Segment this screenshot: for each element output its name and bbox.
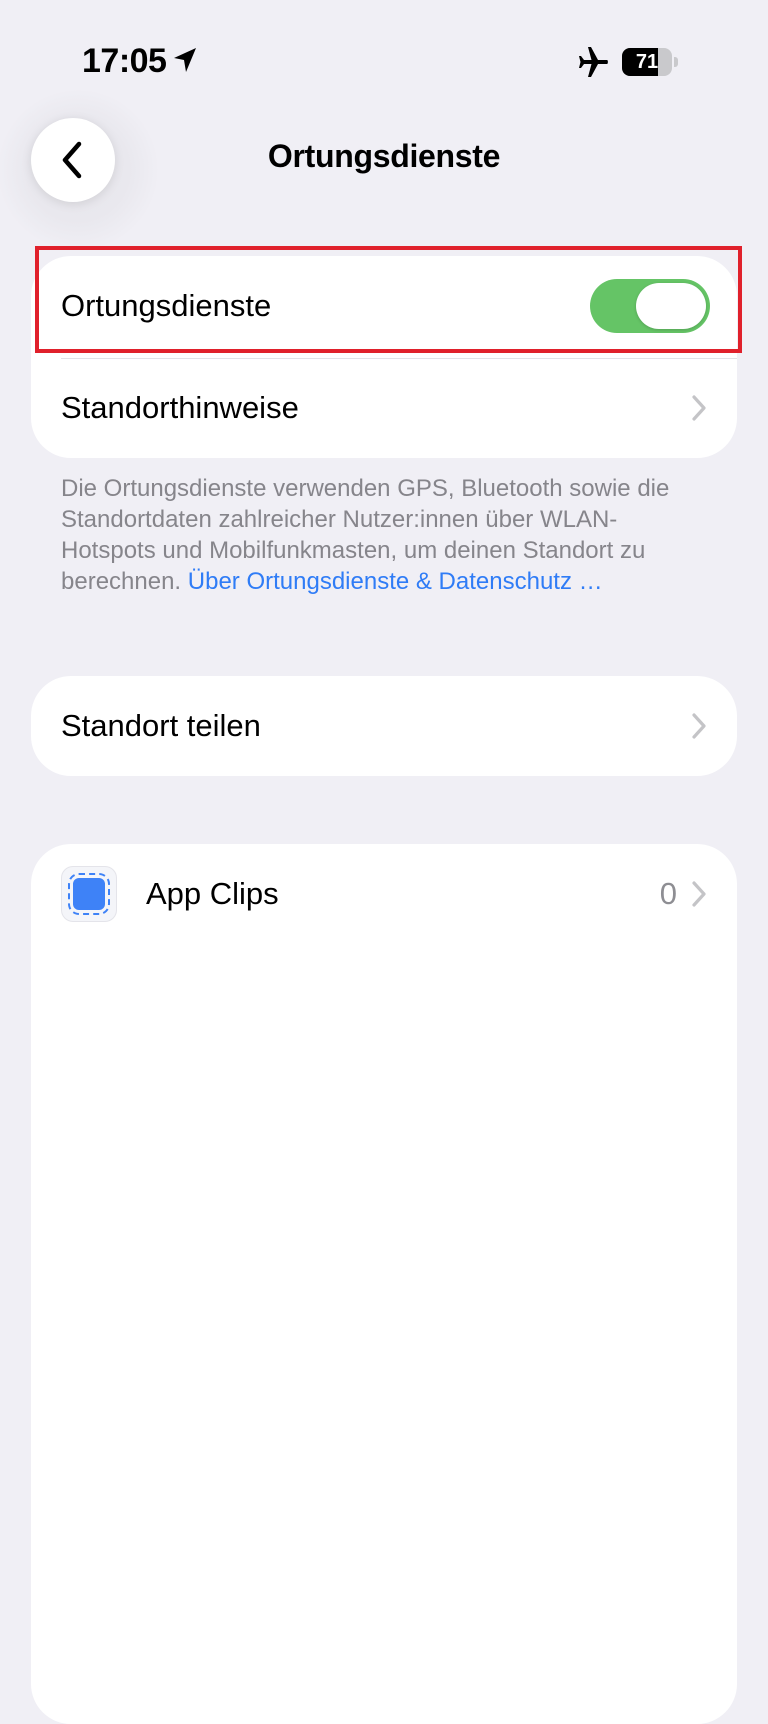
battery-percentage: 71	[635, 51, 659, 73]
app-clips-row[interactable]: App Clips 0	[31, 844, 737, 944]
location-footnote: Die Ortungsdienste verwenden GPS, Blueto…	[61, 473, 711, 597]
toggle-knob	[636, 283, 706, 329]
airplane-icon	[579, 47, 608, 77]
share-location-label: Standort teilen	[61, 708, 261, 743]
status-time: 17:05	[82, 42, 167, 80]
chevron-right-icon	[692, 713, 706, 739]
app-clip-icon-inner	[68, 873, 110, 915]
apps-card: App Clips 0	[31, 844, 737, 1724]
share-location-row[interactable]: Standort teilen	[31, 676, 737, 776]
location-services-toggle[interactable]	[590, 279, 710, 333]
standorthinweise-label: Standorthinweise	[61, 390, 299, 425]
location-services-label: Ortungsdienste	[61, 288, 272, 323]
privacy-link[interactable]: Über Ortungsdienste & Daten­schutz …	[188, 568, 603, 595]
battery-indicator: 71	[622, 48, 678, 76]
app-clips-label: App Clips	[146, 876, 279, 911]
chevron-right-icon	[692, 395, 706, 421]
chevron-right-icon	[692, 881, 706, 907]
share-location-card: Standort teilen	[31, 676, 737, 776]
standorthinweise-row[interactable]: Standorthinweise	[31, 358, 737, 458]
battery-cap	[674, 57, 678, 67]
app-clip-icon	[61, 866, 117, 922]
page-title: Ortungsdienste	[267, 138, 501, 174]
app-clips-count: 0	[659, 876, 677, 911]
battery-body: 71	[622, 48, 672, 76]
location-arrow-icon	[174, 48, 196, 72]
